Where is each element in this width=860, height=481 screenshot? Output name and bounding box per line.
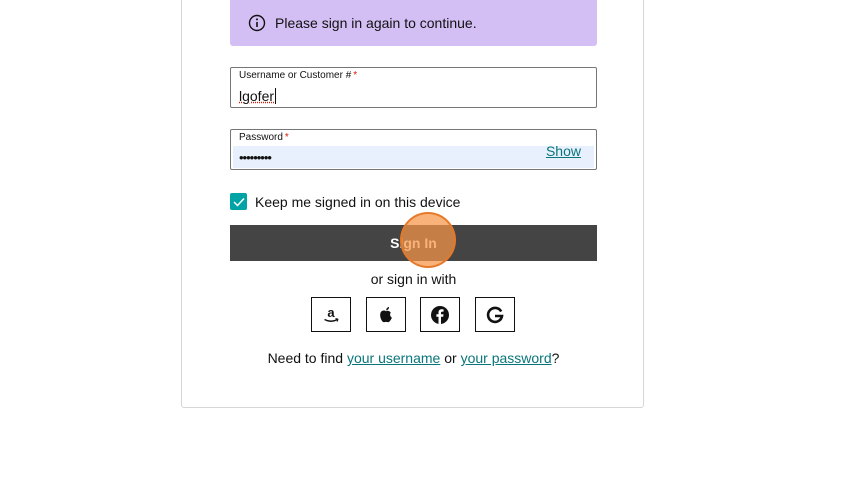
help-prefix: Need to find: [267, 350, 347, 366]
password-label: Password *: [239, 132, 289, 143]
remember-checkbox[interactable]: [230, 193, 247, 210]
amazon-signin-button[interactable]: a: [311, 297, 351, 332]
facebook-signin-button[interactable]: [420, 297, 460, 332]
amazon-icon: a: [324, 305, 339, 322]
help-text: Need to find your username or your passw…: [230, 350, 597, 366]
alert-message: Please sign in again to continue.: [275, 15, 477, 31]
password-field[interactable]: Password * ••••••••• Show: [230, 129, 597, 170]
forgot-username-link[interactable]: your username: [347, 350, 440, 366]
info-icon: [248, 14, 266, 32]
help-suffix: ?: [551, 350, 560, 366]
svg-text:a: a: [327, 305, 335, 320]
checkmark-icon: [232, 197, 245, 207]
show-password-button[interactable]: Show: [546, 143, 581, 159]
apple-signin-button[interactable]: [366, 297, 406, 332]
forgot-password-link[interactable]: your password: [461, 350, 552, 366]
help-middle: or: [440, 350, 461, 366]
password-autofill-bg: [233, 146, 594, 168]
google-icon: [486, 306, 504, 323]
signin-alert: Please sign in again to continue.: [230, 0, 597, 46]
username-value: lgofer: [239, 88, 277, 104]
username-label: Username or Customer # *: [239, 70, 358, 81]
apple-icon: [380, 306, 392, 322]
username-field[interactable]: Username or Customer # * lgofer: [230, 67, 597, 108]
remember-me[interactable]: Keep me signed in on this device: [230, 193, 460, 210]
password-value: •••••••••: [239, 150, 272, 165]
remember-label: Keep me signed in on this device: [255, 193, 461, 210]
social-prompt: or sign in with: [370, 271, 457, 287]
sign-in-button[interactable]: Sign In: [230, 225, 597, 261]
facebook-icon: [431, 305, 449, 324]
google-signin-button[interactable]: [475, 297, 515, 332]
